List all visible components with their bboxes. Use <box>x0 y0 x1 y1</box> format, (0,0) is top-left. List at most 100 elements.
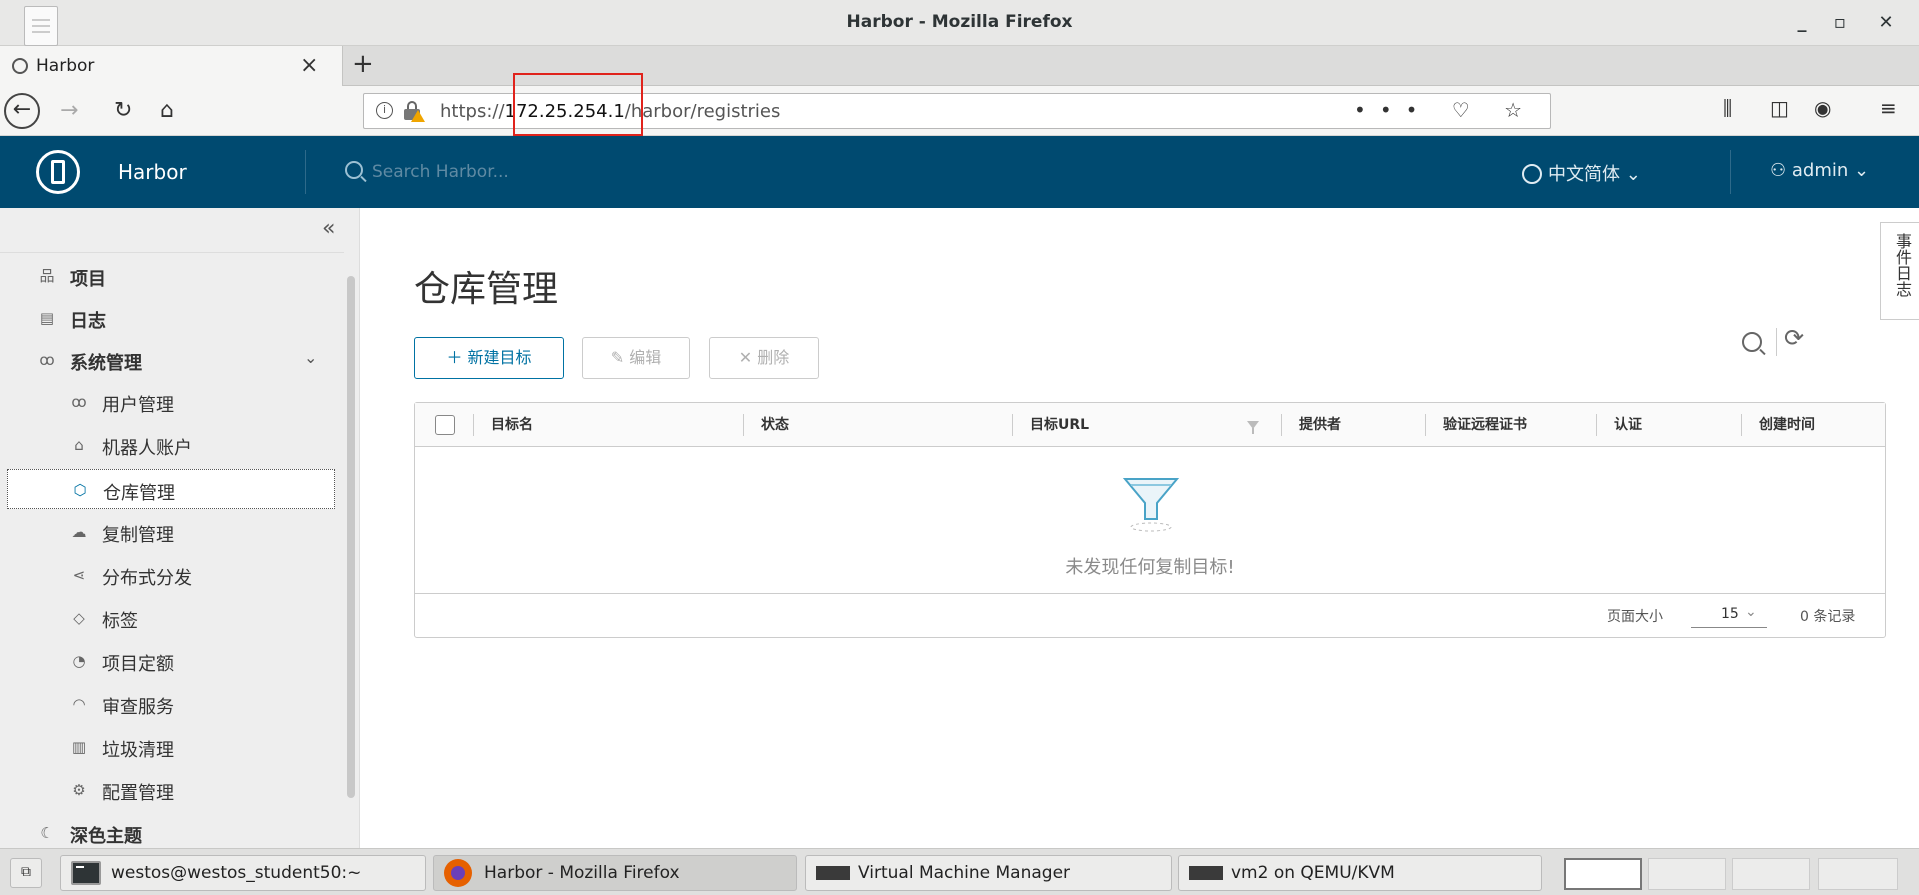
terminal-icon <box>71 861 101 885</box>
harbor-header: Harbor 中文简体 ⌄ ⚇ admin ⌄ <box>0 136 1919 208</box>
sidebar-item-label: 系统管理 <box>70 353 142 374</box>
sidebar-item-users[interactable]: ꝏ 用户管理 <box>0 382 344 422</box>
column-header-verify-cert[interactable]: 验证远程证书 <box>1443 403 1527 447</box>
harbor-brand[interactable]: Harbor <box>118 160 187 184</box>
minimize-button[interactable]: _ <box>1788 10 1816 36</box>
sidebar-item-registries[interactable]: ⬡ 仓库管理 <box>7 469 335 509</box>
maximize-button[interactable]: ▫ <box>1826 10 1854 36</box>
sidebar-item-projects[interactable]: 品 项目 <box>0 256 344 296</box>
window-title: Harbor - Mozilla Firefox <box>846 12 1073 32</box>
record-count: 0 条记录 <box>1800 609 1856 625</box>
sidebar-item-label: 用户管理 <box>102 395 174 416</box>
moon-icon: ☾ <box>40 824 54 842</box>
sidebar-item-distributions[interactable]: ⋖ 分布式分发 <box>0 555 344 595</box>
navigation-bar: ← → ↻ ⌂ i https://172.25.254.1/harbor/re… <box>0 86 1919 136</box>
new-tab-button[interactable]: + <box>352 49 374 79</box>
sidebar-item-label: 日志 <box>70 311 106 332</box>
shield-icon: ◠ <box>72 695 86 713</box>
show-desktop-button[interactable]: ⧉ <box>10 858 42 888</box>
sidebar-item-configuration[interactable]: ⚙ 配置管理 <box>0 770 344 810</box>
user-icon: ⚇ <box>1770 160 1792 181</box>
sidebar-item-replications[interactable]: ☁ 复制管理 <box>0 512 344 552</box>
logs-icon: ▤ <box>39 309 55 327</box>
back-button[interactable]: ← <box>4 93 40 129</box>
close-window-button[interactable]: ✕ <box>1872 10 1900 36</box>
forward-button[interactable]: → <box>60 98 78 123</box>
account-icon[interactable]: ◉ <box>1814 96 1831 120</box>
column-header-created[interactable]: 创建时间 <box>1759 403 1815 447</box>
empty-message: 未发现任何复制目标! <box>1065 557 1235 578</box>
workspace-3[interactable] <box>1732 858 1810 890</box>
search-icon <box>345 161 363 179</box>
firefox-icon <box>444 859 472 887</box>
sidebar-icon[interactable]: ◫ <box>1770 96 1789 120</box>
highlight-box <box>513 73 643 136</box>
column-separator <box>1596 414 1597 436</box>
table-header: 目标名 状态 目标URL 提供者 验证远程证书 认证 创建时间 <box>415 403 1885 447</box>
empty-filter-icon <box>1122 478 1180 532</box>
sidebar-item-label: 审查服务 <box>102 697 174 718</box>
event-log-tab[interactable]: 事件日志 <box>1880 222 1919 320</box>
sidebar-item-label: 复制管理 <box>102 525 174 546</box>
tag-icon: ◇ <box>73 609 85 627</box>
sidebar-item-garbage-collection[interactable]: ▥ 垃圾清理 <box>0 727 344 767</box>
menu-icon[interactable]: ≡ <box>1880 96 1897 120</box>
taskbar-item-terminal[interactable]: westos@westos_student50:~ <box>60 855 426 891</box>
sidebar-item-label: 深色主题 <box>70 826 142 847</box>
search-icon[interactable] <box>1742 332 1762 352</box>
site-info-icon[interactable]: i <box>376 102 393 119</box>
collapse-sidebar-button[interactable]: « <box>322 216 335 241</box>
library-icon[interactable]: ⫼ <box>1723 96 1732 120</box>
workspace-2[interactable] <box>1648 858 1726 890</box>
endpoints-table: 目标名 状态 目标URL 提供者 验证远程证书 认证 创建时间 未发现任何复制目… <box>414 402 1886 638</box>
user-menu[interactable]: ⚇ admin ⌄ <box>1770 160 1869 181</box>
language-selector[interactable]: 中文简体 ⌄ <box>1522 160 1641 186</box>
quota-icon: ◔ <box>72 652 86 670</box>
edit-button[interactable]: ✎ 编辑 <box>582 337 690 379</box>
column-header-url[interactable]: 目标URL <box>1030 403 1089 447</box>
sidebar-item-interrogation-services[interactable]: ◠ 审查服务 <box>0 684 344 724</box>
sidebar-item-labels[interactable]: ◇ 标签 <box>0 598 344 638</box>
sidebar-item-label: 标签 <box>102 611 138 632</box>
registry-icon: ⬡ <box>73 481 87 499</box>
harbor-logo-icon[interactable] <box>36 150 80 194</box>
taskbar-item-virt-manager[interactable]: Virtual Machine Manager <box>805 855 1172 891</box>
vmm-icon <box>816 866 850 880</box>
sidebar-item-robot-accounts[interactable]: ⌂ 机器人账户 <box>0 425 344 465</box>
sidebar-item-logs[interactable]: ▤ 日志 <box>0 298 344 338</box>
taskbar-item-vm2[interactable]: vm2 on QEMU/KVM <box>1178 855 1542 891</box>
sidebar-item-dark-theme[interactable]: ☾ 深色主题 <box>0 813 344 853</box>
home-button[interactable]: ⌂ <box>160 98 174 123</box>
globe-icon <box>1522 164 1542 184</box>
insecure-lock-icon[interactable] <box>404 101 425 122</box>
reload-button[interactable]: ↻ <box>114 98 132 123</box>
delete-button[interactable]: ✕ 删除 <box>709 337 819 379</box>
sidebar-item-label: 配置管理 <box>102 783 174 804</box>
column-separator <box>473 414 474 436</box>
sidebar-item-administration[interactable]: ꝏ 系统管理 ⌄ <box>0 340 344 380</box>
sidebar-item-label: 分布式分发 <box>102 568 192 589</box>
search-input[interactable] <box>372 158 772 186</box>
sidebar: « 品 项目 ▤ 日志 ꝏ 系统管理 ⌄ ꝏ 用户管理 ⌂ 机器人账户 ⬡ 仓库… <box>0 208 360 848</box>
tab-label: Harbor <box>36 56 95 76</box>
chevron-down-icon[interactable]: ⌄ <box>304 348 317 367</box>
tab-close-icon[interactable]: × <box>300 53 318 78</box>
page-size-select[interactable]: 15 ⌄ <box>1691 604 1767 628</box>
new-endpoint-button[interactable]: ＋ 新建目标 <box>414 337 564 379</box>
column-header-auth[interactable]: 认证 <box>1614 403 1642 447</box>
column-header-provider[interactable]: 提供者 <box>1299 403 1341 447</box>
page-actions-icons[interactable]: ••• ♡ ☆ <box>1354 98 1536 122</box>
tab-harbor[interactable]: Harbor × <box>0 46 343 86</box>
sidebar-item-quotas[interactable]: ◔ 项目定额 <box>0 641 344 681</box>
taskbar: ⧉ westos@westos_student50:~ Harbor - Moz… <box>0 848 1919 895</box>
column-header-status[interactable]: 状态 <box>761 403 789 447</box>
taskbar-item-firefox[interactable]: Harbor - Mozilla Firefox <box>433 855 797 891</box>
workspace-1[interactable] <box>1564 858 1642 890</box>
workspace-4[interactable] <box>1818 858 1898 890</box>
select-all-checkbox[interactable] <box>435 415 455 435</box>
filter-icon[interactable] <box>1247 421 1259 434</box>
refresh-icon[interactable]: ⟳ <box>1784 324 1804 352</box>
page-size-label: 页面大小 <box>1607 609 1663 625</box>
column-header-name[interactable]: 目标名 <box>491 403 533 447</box>
sidebar-scrollbar[interactable] <box>347 276 355 798</box>
